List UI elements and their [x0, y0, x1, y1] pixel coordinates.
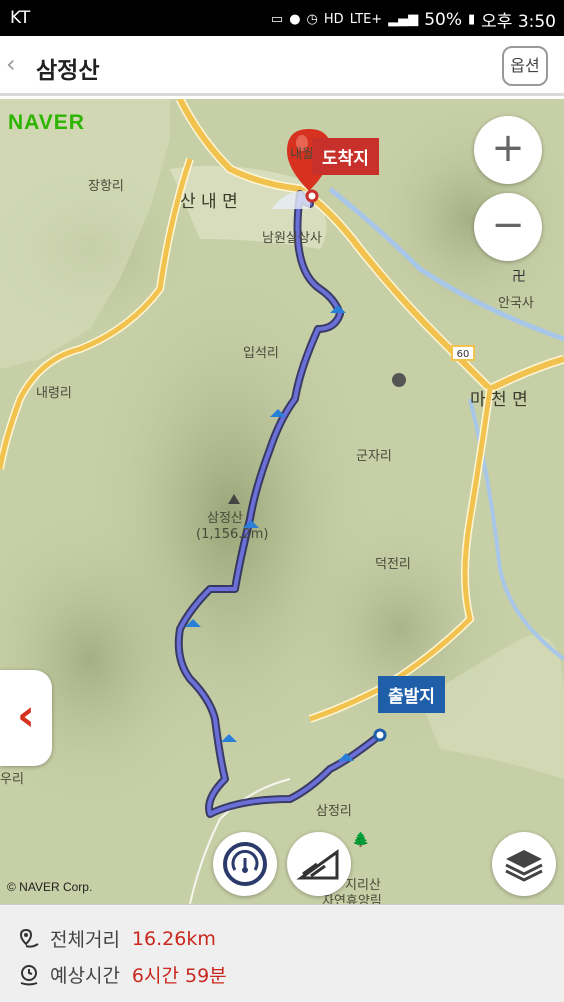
speedometer-button[interactable]	[213, 832, 277, 896]
map-view[interactable]: 60 🌲 卍 NAVER + − 장항리 산 내 면 내월 남원실상사 입석리 …	[0, 99, 564, 904]
map-label: 입석리	[243, 346, 279, 361]
hd-icon: HD	[323, 12, 344, 27]
battery-icon: ▮	[467, 12, 476, 27]
time-label: 예상시간	[50, 965, 120, 987]
road-number-label: 60	[457, 349, 470, 360]
zoom-in-button[interactable]: +	[474, 116, 542, 184]
map-copyright: © NAVER Corp.	[7, 880, 93, 894]
map-label: 내월	[290, 147, 314, 162]
carrier-name: KT	[10, 8, 31, 28]
slope-icon	[296, 849, 339, 880]
signal-icon: ▂▄▆	[388, 12, 419, 27]
zoom-out-button[interactable]: −	[474, 193, 542, 261]
clock: 오후 3:50	[481, 12, 556, 32]
departure-label[interactable]: 출발지	[378, 676, 445, 713]
map-label: 안국사	[498, 296, 534, 311]
map-label: (1,156.2m)	[196, 527, 269, 542]
route-info-panel: 전체거리 16.26km 예상시간 6시간 59분	[0, 904, 564, 1002]
arrival-point	[305, 189, 319, 203]
layers-icon	[505, 850, 543, 882]
naver-logo: NAVER	[8, 111, 85, 134]
elevation-profile-button[interactable]	[287, 832, 351, 896]
map-label: 내령리	[36, 386, 72, 401]
map-label: 산 내 면	[180, 192, 238, 212]
collapse-panel-button[interactable]: ‹	[0, 670, 52, 766]
back-chevron-icon[interactable]: ‹	[6, 50, 16, 78]
options-button[interactable]: 옵션	[502, 46, 548, 86]
time-value: 6시간 59분	[131, 965, 227, 987]
map-label: 장항리	[88, 179, 124, 194]
battery-percent: 50%	[424, 9, 462, 30]
map-label: 남원실상사	[262, 231, 322, 246]
page-title: 삼정산	[36, 58, 100, 84]
map-label: 덕전리	[375, 557, 411, 572]
map-label: 삼정산	[207, 511, 243, 526]
distance-label: 전체거리	[50, 929, 120, 951]
status-bar: KT ▭ ● ◷ HD LTE+ ▂▄▆ 50% ▮ 오후 3:50	[0, 0, 564, 36]
departure-point	[373, 728, 387, 742]
clock-pin-icon	[20, 964, 38, 985]
map-label: 마 천 면	[470, 390, 528, 410]
map-layers-button[interactable]	[492, 832, 556, 896]
distance-value: 16.26km	[131, 927, 216, 950]
distance-row: 전체거리 16.26km	[18, 925, 216, 952]
arrival-label[interactable]: 도착지	[312, 138, 379, 175]
speedometer-icon	[223, 842, 267, 886]
poi-icon	[392, 373, 406, 387]
location-icon: ●	[289, 12, 301, 27]
chevron-left-icon: ‹	[16, 690, 36, 741]
status-icons: ▭ ● ◷ HD LTE+ ▂▄▆ 50% ▮ 오후 3:50	[270, 7, 556, 33]
park-icon: 🌲	[352, 831, 369, 848]
cast-icon: ▭	[270, 12, 284, 27]
network-type: LTE+	[349, 12, 383, 27]
app-header: ‹ 삼정산 옵션	[0, 36, 564, 96]
map-label: 우리	[0, 772, 24, 787]
map-label: 삼정리	[316, 804, 352, 819]
time-row: 예상시간 6시간 59분	[18, 961, 227, 988]
temple-icon: 卍	[512, 269, 526, 285]
map-label: 군자리	[356, 449, 392, 464]
alarm-icon: ◷	[306, 12, 318, 27]
distance-pin-icon	[19, 928, 39, 948]
